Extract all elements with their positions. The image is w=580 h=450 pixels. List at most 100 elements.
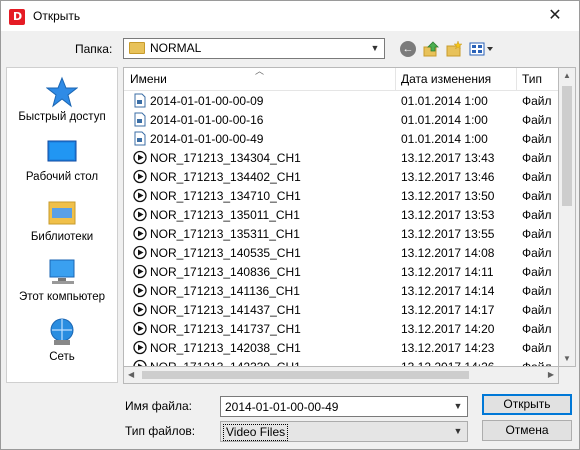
file-type: Файл [522, 322, 552, 336]
file-name: NOR_171213_141437_CH1 [150, 303, 301, 317]
file-date: 13.12.2017 14:08 [401, 246, 495, 260]
title-bar: D Открыть ✕ [1, 1, 579, 31]
file-name: 2014-01-01-00-00-09 [150, 94, 264, 108]
file-name: NOR_171213_135011_CH1 [150, 208, 300, 222]
table-row[interactable]: NOR_171213_135311_CH1 13.12.2017 13:55 Фай… [124, 224, 558, 243]
table-row[interactable]: 2014-01-01-00-00-49 01.01.2014 1:00 Файл [124, 129, 558, 148]
look-in-label: Папка: [75, 42, 113, 56]
document-icon [133, 93, 147, 108]
network-icon [46, 316, 78, 348]
table-row[interactable]: NOR_171213_140836_CH1 13.12.2017 14:11 Фай… [124, 262, 558, 281]
file-type: Файл [522, 208, 552, 222]
filetype-dropdown[interactable]: Video Files ▼ [220, 421, 468, 442]
table-row[interactable]: NOR_171213_141437_CH1 13.12.2017 14:17 Фай… [124, 300, 558, 319]
table-row[interactable]: 2014-01-01-00-00-09 01.01.2014 1:00 Файл [124, 91, 558, 110]
file-date: 13.12.2017 14:11 [401, 265, 494, 279]
file-list[interactable]: ︿ Имени Дата изменения Тип 2014-01-01-00… [123, 67, 559, 367]
file-date: 01.01.2014 1:00 [401, 94, 488, 108]
place-libraries[interactable]: Библиотеки [7, 196, 117, 243]
play-icon [133, 302, 147, 317]
place-desktop[interactable]: Рабочий стол [7, 136, 117, 183]
scroll-left-icon[interactable]: ◀ [128, 370, 134, 379]
table-row[interactable]: NOR_171213_135011_CH1 13.12.2017 13:53 Фай… [124, 205, 558, 224]
file-date: 13.12.2017 13:46 [401, 170, 495, 184]
file-type: Файл [522, 189, 552, 203]
file-type: Файл [522, 113, 552, 127]
play-icon [133, 226, 147, 241]
file-date: 13.12.2017 13:55 [401, 227, 495, 241]
place-label: Сеть [49, 351, 75, 363]
open-button[interactable]: Открыть [482, 394, 572, 415]
file-name: 2014-01-01-00-00-16 [150, 113, 264, 127]
play-icon [133, 264, 147, 279]
places-bar: Быстрый доступ Рабочий стол Библиотеки Э… [6, 67, 118, 383]
up-folder-icon [423, 41, 439, 57]
place-label: Рабочий стол [25, 171, 99, 183]
look-in-value: NORMAL [150, 41, 202, 55]
table-row[interactable]: 2014-01-01-00-00-16 01.01.2014 1:00 Файл [124, 110, 558, 129]
file-name: NOR_171213_134304_CH1 [150, 151, 301, 165]
scroll-thumb[interactable] [562, 86, 572, 206]
scroll-thumb[interactable] [142, 371, 469, 379]
view-menu-button[interactable] [469, 41, 495, 57]
up-folder-button[interactable] [423, 41, 439, 57]
file-date: 13.12.2017 14:14 [401, 284, 495, 298]
cancel-button[interactable]: Отмена [482, 420, 572, 441]
table-row[interactable]: NOR_171213_142038_CH1 13.12.2017 14:23 Фай… [124, 338, 558, 357]
scrollbar-corner [559, 367, 576, 384]
table-row[interactable]: NOR_171213_134304_CH1 13.12.2017 13:43 Фай… [124, 148, 558, 167]
view-icon [469, 42, 493, 56]
file-type: Файл [522, 170, 552, 184]
place-network[interactable]: Сеть [7, 316, 117, 363]
file-date: 01.01.2014 1:00 [401, 113, 488, 127]
horizontal-scrollbar[interactable]: ◀ ▶ [123, 367, 559, 384]
file-name: NOR_171213_141737_CH1 [150, 322, 301, 336]
libraries-icon [46, 196, 78, 228]
folder-icon [129, 42, 145, 54]
table-row[interactable]: NOR_171213_141737_CH1 13.12.2017 14:20 Фай… [124, 319, 558, 338]
filename-combobox[interactable]: ▼ [220, 396, 468, 417]
file-date: 13.12.2017 14:23 [401, 341, 495, 355]
place-this-pc[interactable]: Этот компьютер [7, 256, 117, 303]
column-header-name[interactable]: Имени [130, 72, 167, 86]
play-icon [133, 283, 147, 298]
scroll-up-icon[interactable]: ▲ [563, 71, 571, 80]
play-icon [133, 169, 147, 184]
column-header-type[interactable]: Тип [522, 72, 542, 86]
scroll-right-icon[interactable]: ▶ [548, 370, 554, 379]
table-row[interactable]: NOR_171213_142339_CH1 13.12.2017 14:26 Фай… [124, 357, 558, 367]
table-row[interactable]: NOR_171213_134402_CH1 13.12.2017 13:46 Фай… [124, 167, 558, 186]
app-icon: D [9, 9, 25, 25]
close-button[interactable]: ✕ [533, 1, 577, 31]
filename-input[interactable] [221, 397, 457, 416]
chevron-down-icon[interactable]: ▼ [368, 41, 382, 55]
look-in-dropdown[interactable]: NORMAL ▼ [123, 38, 385, 59]
play-icon [133, 188, 147, 203]
file-type: Файл [522, 360, 552, 367]
place-quick-access[interactable]: Быстрый доступ [7, 76, 117, 123]
file-type: Файл [522, 132, 552, 146]
back-button[interactable]: ← [400, 41, 416, 57]
new-folder-icon [446, 40, 463, 57]
file-date: 13.12.2017 14:17 [401, 303, 495, 317]
file-name: NOR_171213_135311_CH1 [150, 227, 300, 241]
file-name: NOR_171213_134710_CH1 [150, 189, 301, 203]
new-folder-button[interactable] [446, 40, 463, 57]
sort-up-icon: ︿ [255, 67, 265, 76]
table-row[interactable]: NOR_171213_140535_CH1 13.12.2017 14:08 Фай… [124, 243, 558, 262]
chevron-down-icon[interactable]: ▼ [451, 424, 465, 438]
vertical-scrollbar[interactable]: ▲ ▼ [559, 67, 576, 367]
column-header-date[interactable]: Дата изменения [401, 72, 491, 86]
file-name: 2014-01-01-00-00-49 [150, 132, 264, 146]
play-icon [133, 207, 147, 222]
star-icon [45, 76, 79, 108]
scroll-down-icon[interactable]: ▼ [563, 354, 571, 363]
table-row[interactable]: NOR_171213_141136_CH1 13.12.2017 14:14 Фай… [124, 281, 558, 300]
table-row[interactable]: NOR_171213_134710_CH1 13.12.2017 13:50 Фай… [124, 186, 558, 205]
computer-icon [46, 256, 78, 288]
file-date: 13.12.2017 13:53 [401, 208, 495, 222]
desktop-icon [46, 136, 78, 168]
play-icon [133, 150, 147, 165]
document-icon [133, 112, 147, 127]
chevron-down-icon[interactable]: ▼ [451, 399, 465, 413]
